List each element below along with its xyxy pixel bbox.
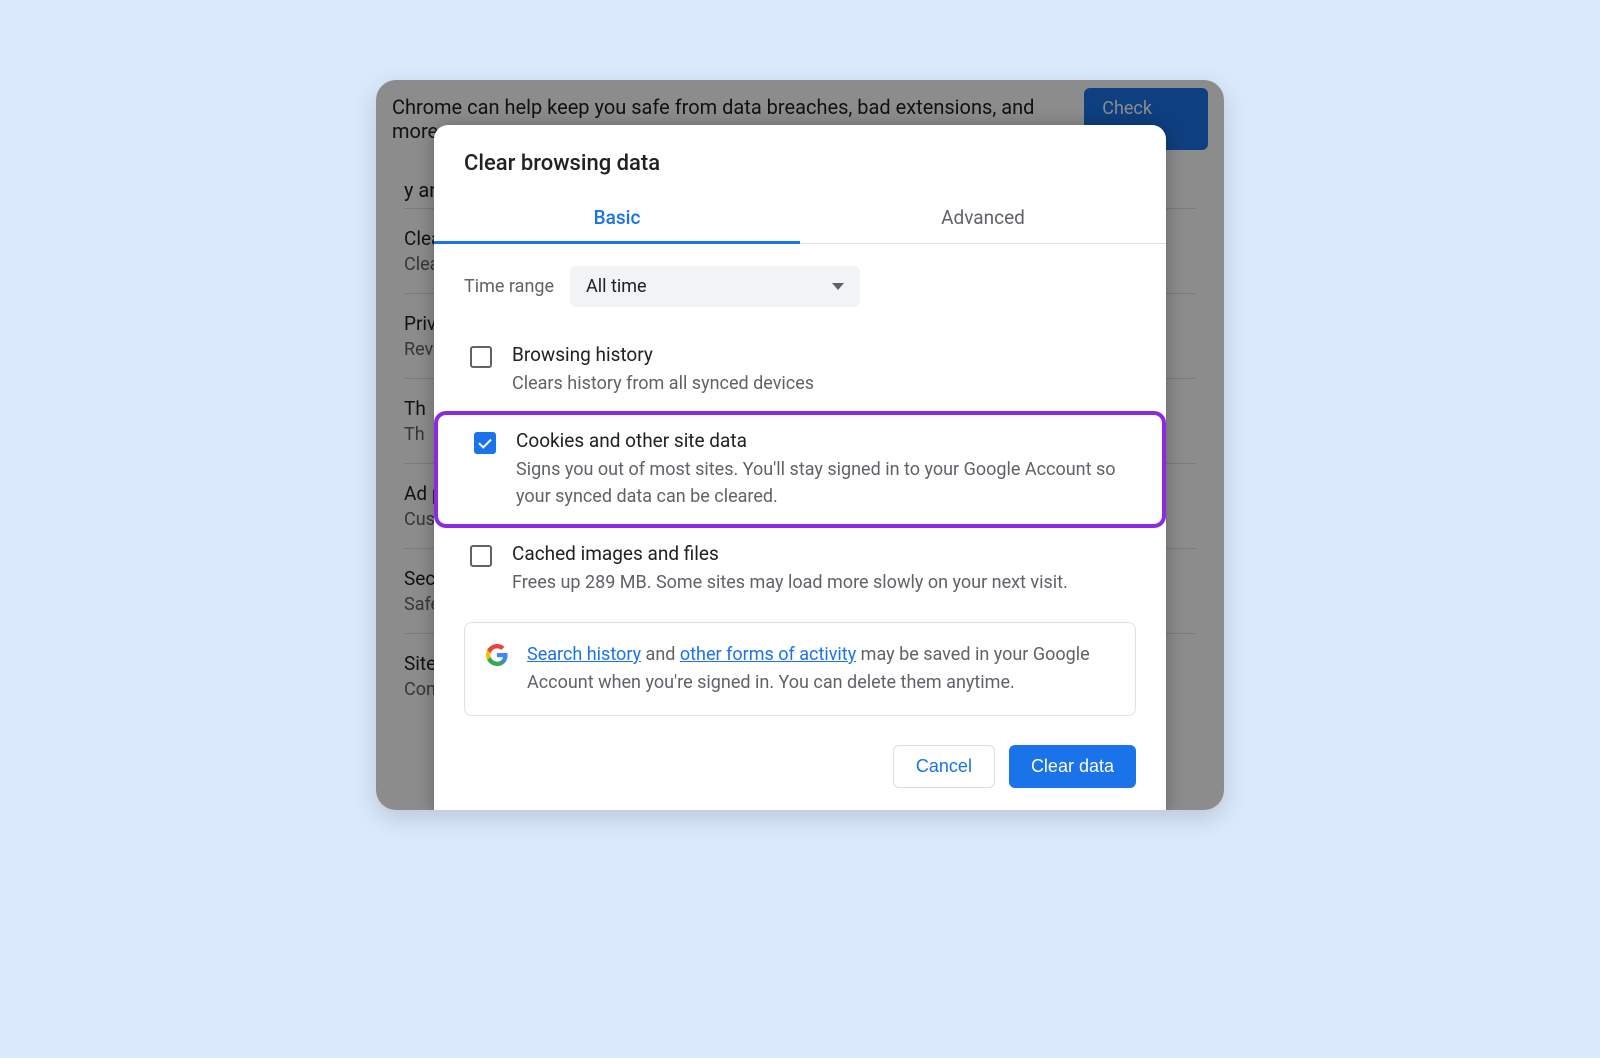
- google-logo-icon: [485, 643, 509, 667]
- clear-data-button[interactable]: Clear data: [1009, 745, 1136, 788]
- dialog-tabs: Basic Advanced: [434, 194, 1166, 244]
- cancel-button[interactable]: Cancel: [893, 745, 995, 788]
- time-range-select[interactable]: All time: [570, 266, 860, 307]
- option-text: Cached images and files Frees up 289 MB.…: [512, 542, 1130, 596]
- time-range-value: All time: [586, 276, 647, 297]
- settings-frame: Chrome can help keep you safe from data …: [376, 80, 1224, 810]
- tab-basic[interactable]: Basic: [434, 194, 800, 243]
- dialog-title: Clear browsing data: [434, 125, 1166, 194]
- option-cookies-highlighted: Cookies and other site data Signs you ou…: [434, 411, 1166, 528]
- dialog-content: Time range All time Browsing history Cle…: [434, 244, 1166, 723]
- option-title: Cached images and files: [512, 542, 1130, 565]
- option-title: Cookies and other site data: [516, 429, 1126, 452]
- check-icon: [478, 435, 491, 448]
- checkbox-cached-images[interactable]: [470, 545, 492, 567]
- time-range-label: Time range: [464, 276, 554, 297]
- other-activity-link[interactable]: other forms of activity: [680, 644, 856, 665]
- option-subtitle: Signs you out of most sites. You'll stay…: [516, 456, 1126, 510]
- dialog-footer: Cancel Clear data: [434, 723, 1166, 810]
- checkbox-browsing-history[interactable]: [470, 346, 492, 368]
- time-range-row: Time range All time: [464, 266, 1136, 307]
- tab-advanced[interactable]: Advanced: [800, 194, 1166, 243]
- option-browsing-history: Browsing history Clears history from all…: [464, 329, 1136, 411]
- option-cached-images: Cached images and files Frees up 289 MB.…: [464, 528, 1136, 610]
- option-subtitle: Clears history from all synced devices: [512, 370, 1130, 397]
- google-account-info-box: Search history and other forms of activi…: [464, 622, 1136, 716]
- option-title: Browsing history: [512, 343, 1130, 366]
- clear-browsing-data-dialog: Clear browsing data Basic Advanced Time …: [434, 125, 1166, 810]
- chevron-down-icon: [832, 283, 844, 290]
- info-text: Search history and other forms of activi…: [527, 641, 1115, 697]
- checkbox-cookies[interactable]: [474, 432, 496, 454]
- search-history-link[interactable]: Search history: [527, 644, 641, 665]
- option-text: Cookies and other site data Signs you ou…: [516, 429, 1126, 510]
- option-text: Browsing history Clears history from all…: [512, 343, 1130, 397]
- option-subtitle: Frees up 289 MB. Some sites may load mor…: [512, 569, 1130, 596]
